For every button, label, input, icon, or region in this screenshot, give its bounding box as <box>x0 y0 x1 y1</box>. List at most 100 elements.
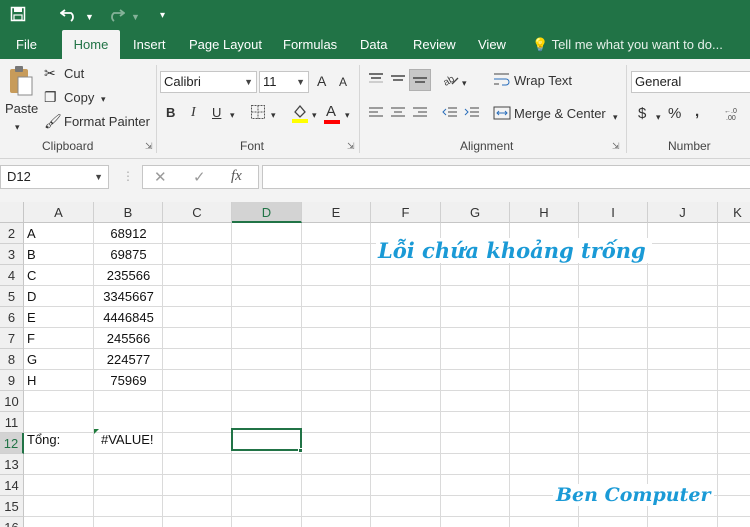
save-icon[interactable] <box>10 6 26 27</box>
column-header-i[interactable]: I <box>579 202 648 223</box>
active-cell-d12[interactable] <box>231 428 302 451</box>
drag-handle-icon[interactable]: ⋮ <box>122 169 134 183</box>
cell-b2[interactable]: 68912 <box>94 223 163 244</box>
column-header-d[interactable]: D <box>232 202 302 223</box>
increase-indent-icon[interactable] <box>464 106 480 123</box>
tell-me-search[interactable]: 💡 Tell me what you want to do... <box>532 30 723 59</box>
paste-dropdown-icon[interactable]: ▾ <box>15 119 20 135</box>
tab-file[interactable]: File <box>10 30 43 59</box>
row-header-6[interactable]: 6 <box>0 307 24 328</box>
redo-dropdown-icon[interactable]: ▼ <box>131 8 140 26</box>
formula-input[interactable] <box>262 165 750 189</box>
row-header-3[interactable]: 3 <box>0 244 24 265</box>
tab-data[interactable]: Data <box>354 30 393 59</box>
select-all-button[interactable] <box>0 202 24 223</box>
cell-a9[interactable]: H <box>27 370 36 391</box>
undo-dropdown-icon[interactable]: ▼ <box>85 8 94 26</box>
wrap-text-icon[interactable] <box>493 71 511 90</box>
error-indicator-icon[interactable] <box>94 429 99 434</box>
comma-button[interactable]: , <box>695 103 699 120</box>
column-header-h[interactable]: H <box>510 202 579 223</box>
customize-icon[interactable]: ▾ <box>160 7 165 25</box>
align-left-icon[interactable] <box>368 106 384 123</box>
name-box[interactable]: D12 ▼ <box>0 165 109 189</box>
tab-formulas[interactable]: Formulas <box>277 30 343 59</box>
row-header-13[interactable]: 13 <box>0 454 24 475</box>
paste-button[interactable]: Paste <box>5 101 38 116</box>
column-header-e[interactable]: E <box>302 202 371 223</box>
copy-dropdown-icon[interactable]: ▾ <box>101 91 106 107</box>
column-header-j[interactable]: J <box>648 202 718 223</box>
cell-a3[interactable]: B <box>27 244 36 265</box>
column-header-k[interactable]: K <box>718 202 750 223</box>
row-header-11[interactable]: 11 <box>0 412 24 433</box>
row-header-10[interactable]: 10 <box>0 391 24 412</box>
alignment-launcher-icon[interactable]: ⇲ <box>612 141 620 152</box>
cell-b3[interactable]: 69875 <box>94 244 163 265</box>
increase-decimal-icon[interactable]: ←.0.00 <box>724 105 748 124</box>
row-header-5[interactable]: 5 <box>0 286 24 307</box>
fill-color-dropdown-icon[interactable]: ▾ <box>312 107 317 123</box>
merge-center-button[interactable]: Merge & Center <box>514 106 606 121</box>
wrap-text-button[interactable]: Wrap Text <box>514 73 572 88</box>
font-launcher-icon[interactable]: ⇲ <box>347 141 355 152</box>
grow-font-button[interactable]: A <box>317 73 326 89</box>
cell-a4[interactable]: C <box>27 265 36 286</box>
cell-b9[interactable]: 75969 <box>94 370 163 391</box>
cell-b4[interactable]: 235566 <box>94 265 163 286</box>
insert-function-icon[interactable]: fx <box>231 168 242 185</box>
column-header-c[interactable]: C <box>163 202 232 223</box>
align-middle-icon[interactable] <box>390 72 406 89</box>
cell-a8[interactable]: G <box>27 349 37 370</box>
font-color-dropdown-icon[interactable]: ▾ <box>345 107 350 123</box>
cancel-icon[interactable]: ✕ <box>154 168 167 186</box>
column-header-a[interactable]: A <box>24 202 94 223</box>
align-top-icon[interactable] <box>368 72 384 89</box>
fill-color-icon[interactable] <box>291 103 309 126</box>
tab-home[interactable]: Home <box>62 30 120 59</box>
row-header-12[interactable]: 12 <box>0 433 24 454</box>
underline-button[interactable]: U <box>212 105 221 120</box>
cell-a5[interactable]: D <box>27 286 36 307</box>
merge-dropdown-icon[interactable]: ▾ <box>613 109 618 125</box>
row-header-4[interactable]: 4 <box>0 265 24 286</box>
cut-button[interactable]: Cut <box>64 66 84 81</box>
font-name-select[interactable]: Calibri ▼ <box>160 71 257 93</box>
row-header-15[interactable]: 15 <box>0 496 24 517</box>
bold-button[interactable]: B <box>166 105 175 120</box>
tab-view[interactable]: View <box>472 30 512 59</box>
currency-button[interactable]: $ <box>638 105 646 122</box>
cell-a6[interactable]: E <box>27 307 36 328</box>
align-right-icon[interactable] <box>412 106 428 123</box>
merge-center-icon[interactable] <box>493 105 511 124</box>
cell-a7[interactable]: F <box>27 328 35 349</box>
total-label-cell[interactable]: Tổng: <box>27 429 60 450</box>
format-painter-icon[interactable]: 🖌 <box>44 113 62 129</box>
undo-icon[interactable] <box>59 6 78 27</box>
cell-b8[interactable]: 224577 <box>94 349 163 370</box>
row-header-2[interactable]: 2 <box>0 223 24 244</box>
copy-button[interactable]: Copy <box>64 90 94 105</box>
row-header-16[interactable]: 16 <box>0 517 24 527</box>
row-header-14[interactable]: 14 <box>0 475 24 496</box>
format-painter-button[interactable]: Format Painter <box>64 114 150 129</box>
font-color-button[interactable]: A <box>326 103 336 120</box>
redo-icon[interactable] <box>107 6 126 27</box>
currency-dropdown-icon[interactable]: ▾ <box>656 109 661 125</box>
orientation-icon[interactable]: ab <box>441 70 460 91</box>
tab-review[interactable]: Review <box>407 30 462 59</box>
row-header-8[interactable]: 8 <box>0 349 24 370</box>
font-size-select[interactable]: 11 ▼ <box>259 71 309 93</box>
shrink-font-button[interactable]: A <box>339 75 347 89</box>
borders-dropdown-icon[interactable]: ▾ <box>271 107 276 123</box>
number-format-select[interactable]: General <box>631 71 750 93</box>
column-header-b[interactable]: B <box>94 202 163 223</box>
italic-button[interactable]: I <box>191 105 196 121</box>
cell-b6[interactable]: 4446845 <box>94 307 163 328</box>
underline-dropdown-icon[interactable]: ▾ <box>230 107 235 123</box>
decrease-indent-icon[interactable] <box>442 106 458 123</box>
borders-icon[interactable] <box>250 104 266 123</box>
align-center-icon[interactable] <box>390 106 406 123</box>
orientation-dropdown-icon[interactable]: ▾ <box>462 75 467 91</box>
fill-handle[interactable] <box>298 448 303 453</box>
